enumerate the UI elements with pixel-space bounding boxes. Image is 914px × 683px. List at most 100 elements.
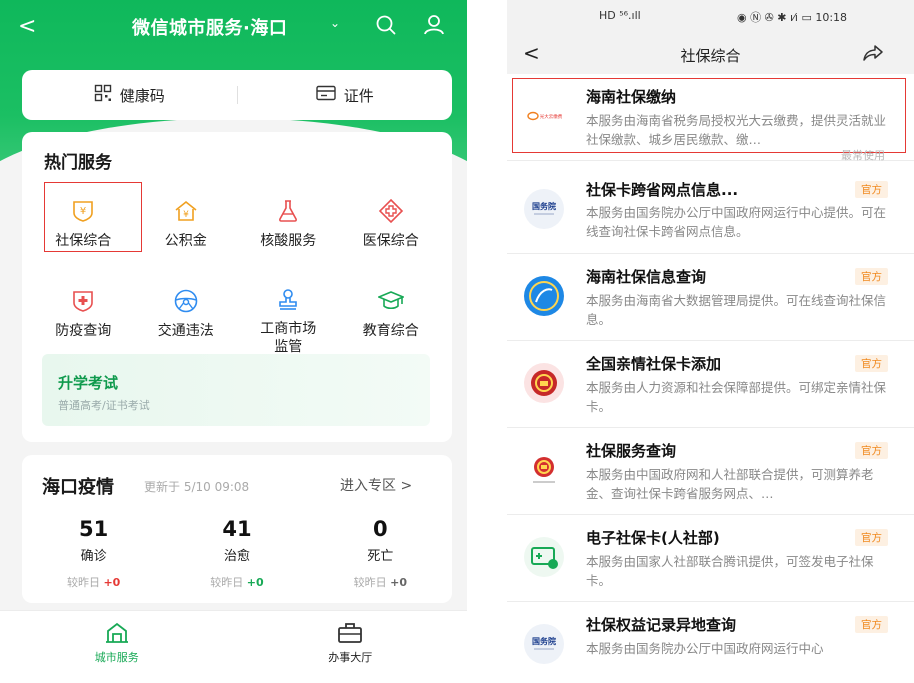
service-label: 核酸服务 (260, 233, 317, 249)
national-emblem-icon (524, 450, 564, 490)
graduation-cap-icon (377, 288, 404, 314)
service-desc: 本服务由国务院办公厅中国政府网运行中心提供。可在线查询社保卡跨省网点信息。 (586, 205, 887, 239)
tab-city-service[interactable]: 城市服务 (0, 611, 234, 683)
official-badge: 官方 (855, 616, 888, 633)
service-label: 工商市场 监管 (260, 321, 317, 355)
house-yuan-icon: ¥ (173, 198, 199, 224)
stat-value: 0 (373, 517, 388, 541)
stat-value: 51 (79, 517, 109, 541)
official-badge: 官方 (855, 268, 888, 285)
official-badge: 官方 (855, 442, 888, 459)
list-item[interactable]: 社保服务查询 官方 本服务由中国政府网和人社部联合提供，可测算养老金、查询社保卡… (507, 428, 914, 515)
quick-cards: 健康码 证件 (22, 70, 452, 120)
status-icons-time: ◉ Ⓝ ✇ ✱ ı⁄ı ▭ 10:18 (737, 11, 848, 24)
stat-delta: 较昨日 +0 (22, 574, 165, 590)
service-nucleic-test[interactable]: 核酸服务 (237, 184, 340, 260)
stat-delta: 较昨日 +0 (309, 574, 452, 590)
stat-cured: 41 治愈 较昨日 +0 (165, 517, 308, 590)
exam-subtitle: 普通高考/证书考试 (58, 399, 150, 412)
service-market-supervision[interactable]: 工商市场 监管 (237, 274, 340, 355)
page-title: 社保综合 (680, 47, 741, 65)
stat-label: 死亡 (367, 549, 394, 564)
delta-label: 较昨日 (353, 576, 387, 589)
tab-label: 城市服务 (94, 651, 139, 664)
svg-text:¥: ¥ (183, 210, 189, 220)
stamp-icon (275, 288, 301, 312)
share-icon[interactable] (862, 42, 884, 68)
list-item[interactable]: 海南社保信息查询 官方 本服务由海南省大数据管理局提供。可在线查询社保信息。 (507, 254, 914, 341)
user-icon[interactable] (422, 13, 446, 41)
yuan-shield-icon: ¥ (70, 198, 96, 224)
exam-banner[interactable]: 升学考试 普通高考/证书考试 (42, 354, 430, 426)
status-bar: HD ⁵⁶.ıll ◉ Ⓝ ✇ ✱ ı⁄ı ▭ 10:18 (507, 0, 914, 34)
svg-text:¥: ¥ (80, 206, 86, 217)
delta-value: +0 (103, 576, 121, 589)
state-council-text: 国务院 (532, 201, 556, 211)
official-badge: 官方 (855, 529, 888, 546)
delta-label: 较昨日 (210, 576, 244, 589)
city-title[interactable]: 微信城市服务·海口 (132, 14, 287, 40)
health-code-button[interactable]: 健康码 (22, 84, 237, 106)
stat-value: 41 (222, 517, 252, 541)
services-grid: ¥ 社保综合 ¥ 公积金 核酸服务 医保综合 防疫查询 交通违法 工商市场 监管… (32, 182, 443, 355)
official-badge: 官方 (855, 355, 888, 372)
service-education[interactable]: 教育综合 (340, 274, 443, 350)
briefcase-icon (337, 621, 363, 645)
service-name: 社保服务查询 (586, 442, 677, 460)
stat-confirmed: 51 确诊 较昨日 +0 (22, 517, 165, 590)
list-item[interactable]: 电子社保卡(人社部) 官方 本服务由国家人社部联合腾讯提供，可签发电子社保卡。 (507, 515, 914, 602)
back-button[interactable]: < (18, 14, 36, 39)
stat-deaths: 0 死亡 较昨日 +0 (309, 517, 452, 590)
service-social-security[interactable]: ¥ 社保综合 (32, 182, 142, 260)
service-name: 社保卡跨省网点信息... (586, 181, 739, 199)
enter-zone-link[interactable]: 进入专区 > (340, 475, 412, 495)
service-list: 光大云缴费 海南社保缴纳 本服务由海南省税务局授权光大云缴费，提供灵活就业社保缴… (507, 74, 914, 683)
tab-office-hall[interactable]: 办事大厅 (234, 611, 468, 683)
steering-wheel-icon (173, 288, 199, 314)
flask-icon (275, 198, 301, 224)
bottom-tab-bar: 城市服务 办事大厅 (0, 610, 467, 683)
service-name: 电子社保卡(人社部) (586, 529, 720, 547)
epidemic-title: 海口疫情 (42, 477, 114, 498)
health-code-label: 健康码 (119, 86, 165, 105)
service-traffic-violation[interactable]: 交通违法 (135, 274, 238, 350)
list-item[interactable]: 国务院 社保卡跨省网点信息... 官方 本服务由国务院办公厅中国政府网运行中心提… (507, 161, 914, 254)
e-social-card-icon (524, 537, 564, 577)
service-desc: 本服务由海南省大数据管理局提供。可在线查询社保信息。 (586, 293, 887, 327)
card-icon (316, 85, 336, 105)
service-desc: 本服务由国务院办公厅中国政府网运行中心 (586, 641, 824, 656)
tab-label: 办事大厅 (328, 651, 373, 664)
stat-delta: 较昨日 +0 (165, 574, 308, 590)
service-desc: 本服务由国家人社部联合腾讯提供，可签发电子社保卡。 (586, 554, 874, 588)
service-medical-insurance[interactable]: 医保综合 (340, 184, 443, 260)
official-badge: 官方 (855, 181, 888, 198)
epidemic-updated: 更新于 5/10 09:08 (144, 480, 250, 494)
service-name: 全国亲情社保卡添加 (586, 355, 722, 373)
stat-label: 治愈 (223, 549, 250, 564)
delta-value: +0 (390, 576, 407, 589)
nav-bar: 社保综合 < (507, 34, 914, 74)
service-epidemic-query[interactable]: 防疫查询 (32, 274, 135, 350)
top-bar: < 微信城市服务·海口 ⌄ (0, 0, 467, 56)
service-housing-fund[interactable]: ¥ 公积金 (135, 184, 238, 260)
hot-services-panel: 热门服务 ¥ 社保综合 ¥ 公积金 核酸服务 医保综合 防疫查询 交通违法 工商… (22, 132, 452, 442)
service-label: 防疫查询 (55, 323, 112, 339)
service-name: 海南社保信息查询 (586, 268, 707, 286)
list-item[interactable]: 国务院 社保权益记录异地查询 官方 本服务由国务院办公厅中国政府网运行中心 (507, 602, 914, 683)
list-item[interactable]: 光大云缴费 海南社保缴纳 本服务由海南省税务局授权光大云缴费，提供灵活就业社保缴… (507, 74, 914, 162)
back-button[interactable]: < (523, 41, 540, 65)
delta-value: +0 (246, 576, 264, 589)
medical-cross-icon (378, 198, 404, 224)
service-desc: 本服务由海南省税务局授权光大云缴费，提供灵活就业社保缴款、城乡居民缴款、缴… (586, 113, 887, 147)
service-name: 社保权益记录异地查询 (586, 616, 737, 634)
hainan-data-logo-icon (524, 276, 564, 316)
list-item[interactable]: 全国亲情社保卡添加 官方 本服务由人力资源和社会保障部提供。可绑定亲情社保卡。 (507, 341, 914, 428)
service-label: 交通违法 (157, 323, 214, 339)
service-desc: 本服务由中国政府网和人社部联合提供，可测算养老金、查询社保卡跨省服务网点、… (586, 467, 874, 501)
epidemic-stats: 51 确诊 较昨日 +0 41 治愈 较昨日 +0 0 死亡 较昨日 +0 (22, 517, 452, 590)
service-label: 社保综合 (55, 233, 112, 249)
certificate-button[interactable]: 证件 (238, 85, 453, 106)
qr-code-icon (94, 84, 112, 106)
search-icon[interactable] (375, 14, 397, 40)
chevron-down-icon[interactable]: ⌄ (330, 16, 340, 30)
